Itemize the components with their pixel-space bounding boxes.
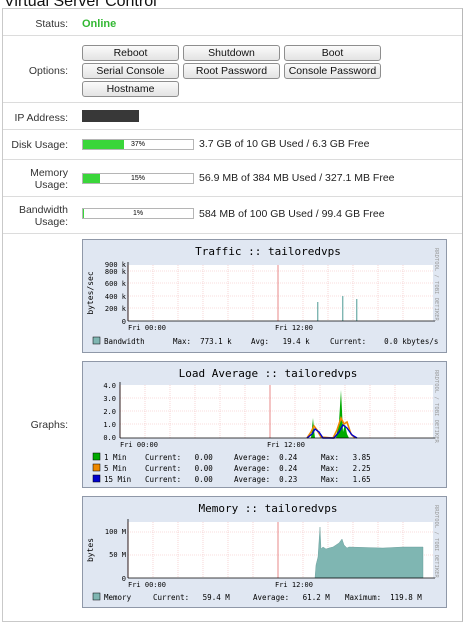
ip-address-label: IP Address: (14, 112, 68, 124)
disk-usage-percent: 37% (130, 141, 145, 148)
load-legend-name: 15 Min (104, 475, 131, 484)
traffic-legend-current: Current: 0.0 kbytes/s (330, 337, 438, 346)
rrdtool-credit: RRDTOOL / TOBI OETIKER (433, 505, 439, 579)
divider (3, 35, 462, 36)
memory-legend-average: Average: 61.2 M (253, 593, 330, 602)
load-legend-current: Current: 0.00 (145, 464, 213, 473)
legend-swatch (92, 452, 101, 461)
x-tick: Fri 00:00 (120, 441, 158, 449)
memory-y-ticks: 100 M 50 M 0 (105, 528, 126, 583)
load-legend-max: Max: 3.85 (321, 453, 371, 462)
bandwidth-usage-text: 584 MB of 100 GB Used / 99.4 GB Free (199, 208, 385, 220)
shutdown-button[interactable]: Shutdown (183, 45, 280, 61)
memory-graph-title: Memory :: tailoredvps (198, 502, 337, 515)
load-legend-average: Average: 0.23 (234, 475, 297, 484)
traffic-spike (317, 302, 319, 321)
divider (3, 196, 462, 197)
traffic-graph-title: Traffic :: tailoredvps (195, 245, 341, 258)
serial-console-button[interactable]: Serial Console (82, 63, 179, 79)
y-tick: 1.0 (103, 421, 116, 429)
legend-swatch (92, 336, 101, 345)
y-tick: 800 k (105, 268, 127, 276)
memory-legend-current: Current: 59.4 M (153, 593, 230, 602)
y-tick: 200 k (105, 305, 127, 313)
status-label: Status: (35, 18, 68, 30)
y-tick: 0.0 (103, 434, 116, 442)
ip-address-redacted (82, 110, 139, 122)
legend-swatch (92, 592, 101, 601)
load-average-graph: Load Average :: tailoredvps RRDTOOL / TO… (82, 361, 447, 488)
legend-swatch (92, 463, 101, 472)
divider (3, 129, 462, 130)
divider (3, 102, 462, 103)
y-tick: 50 M (109, 551, 126, 559)
hostname-button[interactable]: Hostname (82, 81, 179, 97)
bandwidth-usage-label-line2: Usage: (34, 216, 68, 228)
status-value: Online (82, 18, 117, 30)
memory-usage-text: 56.9 MB of 384 MB Used / 327.1 MB Free (199, 172, 395, 184)
load-legend-name: 5 Min (104, 464, 127, 473)
disk-usage-label: Disk Usage: (11, 139, 68, 151)
memory-graph: Memory :: tailoredvps RRDTOOL / TOBI OET… (82, 496, 447, 608)
options-label: Options: (28, 65, 68, 77)
divider (3, 233, 462, 234)
y-tick: 4.0 (103, 382, 116, 390)
traffic-spike (356, 299, 358, 321)
rrdtool-credit: RRDTOOL / TOBI OETIKER (433, 248, 439, 322)
reboot-button[interactable]: Reboot (82, 45, 179, 61)
traffic-spike (342, 296, 344, 321)
load-plot-area (120, 385, 433, 438)
load-legend-name: 1 Min (104, 453, 127, 462)
traffic-legend-max: Max: 773.1 k (173, 337, 232, 346)
traffic-graph: Traffic :: tailoredvps RRDTOOL / TOBI OE… (82, 239, 447, 353)
memory-usage-bar: 15% (82, 173, 194, 184)
memory-legend-max: Maximum: 119.8 M (345, 593, 422, 602)
load-legend-average: Average: 0.24 (234, 453, 298, 462)
memory-usage-label-line2: Usage: (34, 179, 68, 191)
y-tick: 3.0 (103, 395, 116, 403)
memory-y-axis-label: bytes (86, 538, 95, 562)
memory-usage-percent: 15% (130, 175, 145, 182)
x-tick: Fri 12:00 (267, 441, 305, 449)
bandwidth-usage-percent: 1% (132, 210, 144, 217)
bandwidth-usage-label-line1: Bandwidth (18, 204, 68, 216)
rrdtool-credit: RRDTOOL / TOBI OETIKER (433, 370, 439, 444)
graphs-label: Graphs: (30, 419, 68, 431)
traffic-y-ticks: 900 k 800 k 600 k 400 k 200 k 0 (105, 261, 127, 326)
x-tick: Fri 00:00 (128, 324, 166, 332)
disk-usage-bar: 37% (82, 139, 194, 150)
memory-usage-label-line1: Memory (30, 167, 68, 179)
x-tick: Fri 12:00 (275, 581, 313, 589)
x-tick: Fri 00:00 (128, 581, 166, 589)
load-legend-average: Average: 0.24 (234, 464, 298, 473)
root-password-button[interactable]: Root Password (183, 63, 280, 79)
traffic-legend-name: Bandwidth (104, 337, 145, 346)
disk-usage-text: 3.7 GB of 10 GB Used / 6.3 GB Free (199, 138, 370, 150)
console-password-button[interactable]: Console Password (284, 63, 381, 79)
y-tick: 600 k (105, 280, 127, 288)
bandwidth-usage-bar: 1% (82, 208, 194, 219)
load-legend-max: Max: 1.65 (321, 475, 371, 484)
y-tick: 2.0 (103, 408, 116, 416)
load-legend-max: Max: 2.25 (321, 464, 371, 473)
traffic-legend-avg: Avg: 19.4 k (251, 337, 310, 346)
y-tick: 400 k (105, 293, 127, 301)
y-tick: 100 M (105, 528, 126, 536)
memory-legend-name: Memory (104, 593, 132, 602)
y-tick: 0 (122, 575, 126, 583)
load-y-ticks: 4.0 3.0 2.0 1.0 0.0 (103, 382, 116, 442)
legend-swatch (92, 474, 101, 483)
boot-button[interactable]: Boot (284, 45, 381, 61)
divider (3, 159, 462, 160)
y-tick: 0 (122, 318, 126, 326)
traffic-plot-area (128, 265, 433, 321)
traffic-y-axis-label: bytes/sec (86, 271, 95, 315)
load-legend-current: Current: 0.00 (145, 475, 213, 484)
x-tick: Fri 12:00 (275, 324, 313, 332)
load-legend-current: Current: 0.00 (145, 453, 213, 462)
load-graph-title: Load Average :: tailoredvps (179, 367, 358, 380)
